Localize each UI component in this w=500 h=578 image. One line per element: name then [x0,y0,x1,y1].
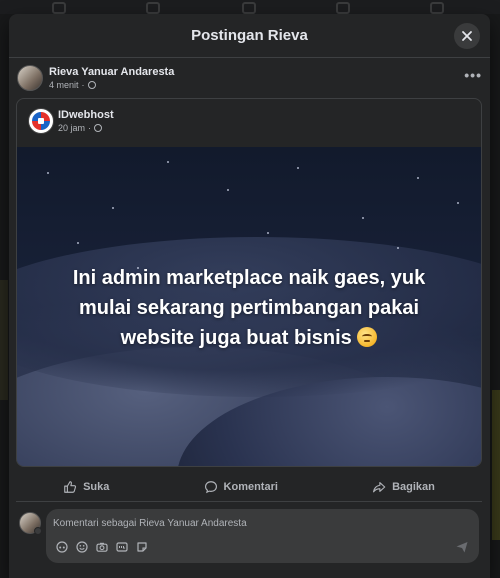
like-button[interactable]: Suka [47,476,125,498]
star [267,232,269,234]
groups-icon [336,2,350,14]
share-icon [373,481,386,492]
shared-post-card[interactable]: IDwebhost 20 jam · Ini admin marketplace… [16,98,482,467]
star [457,202,459,204]
commenter-avatar[interactable] [19,512,42,535]
calendar-icon [146,2,160,14]
post-meta: 4 menit · [49,80,96,90]
post-time[interactable]: 4 menit [49,80,79,90]
emoji-icon [75,540,88,553]
star [77,242,79,244]
profile-switch-icon [34,527,42,535]
gaming-icon [430,2,444,14]
shared-post-header: IDwebhost 20 jam · [17,99,481,147]
like-label: Suka [83,480,110,493]
more-options-button[interactable]: ••• [464,67,482,83]
star [227,189,229,191]
post-actions: Suka Komentari Bagikan [16,472,482,502]
post-image[interactable]: Ini admin marketplace naik gaes, yuk mul… [17,147,481,466]
camera-button[interactable] [95,540,108,553]
thumbs-up-icon [64,480,77,493]
send-icon [456,542,468,553]
comment-input[interactable] [53,515,463,531]
more-horizontal-icon: ••• [464,67,482,83]
dialog-header: Postingan Rieva [9,14,490,58]
comment-label: Komentari [223,480,278,493]
gif-button[interactable] [115,540,128,553]
post-header: Rieva Yanuar Andaresta 4 menit · ••• [17,65,482,95]
star [167,161,169,163]
author-name[interactable]: Rieva Yanuar Andaresta [49,66,174,78]
star [417,177,419,179]
comment-button[interactable]: Komentari [188,476,294,498]
background-right-edge [492,390,500,540]
author-avatar[interactable] [17,65,43,91]
star [397,247,399,249]
grimacing-smile-emoji-icon [357,327,378,347]
share-label: Bagikan [392,480,435,493]
image-caption: Ini admin marketplace naik gaes, yuk mul… [72,267,426,349]
avatar-sticker-button[interactable] [55,540,68,553]
post-dialog: Postingan Rieva Rieva Yanuar Andaresta 4… [9,14,490,578]
page-avatar[interactable] [28,108,54,134]
close-icon [462,31,472,41]
dialog-title: Postingan Rieva [191,27,308,44]
star [47,172,49,174]
send-button[interactable] [455,540,469,554]
star [297,167,299,169]
avatar-sticker-icon [55,540,68,553]
home-icon [52,2,66,14]
background-nav-bar [0,0,500,14]
shared-post-meta: 20 jam · [58,123,103,133]
sticker-icon [136,541,147,552]
comment-composer [46,509,479,563]
background-left-edge [0,280,8,400]
comment-icon [204,480,217,493]
globe-icon [87,81,96,89]
page-name[interactable]: IDwebhost [58,109,114,121]
shared-post-time[interactable]: 20 jam [58,123,85,133]
share-button[interactable]: Bagikan [356,476,451,498]
store-icon [242,2,256,14]
emoji-button[interactable] [75,540,88,553]
camera-icon [95,542,108,552]
gif-icon [115,541,128,552]
composer-tools [55,540,148,553]
close-button[interactable] [454,23,480,49]
star [112,207,114,209]
idwebhost-logo-icon [32,112,50,130]
sticker-button[interactable] [135,540,148,553]
globe-icon [94,124,103,132]
star [362,217,364,219]
